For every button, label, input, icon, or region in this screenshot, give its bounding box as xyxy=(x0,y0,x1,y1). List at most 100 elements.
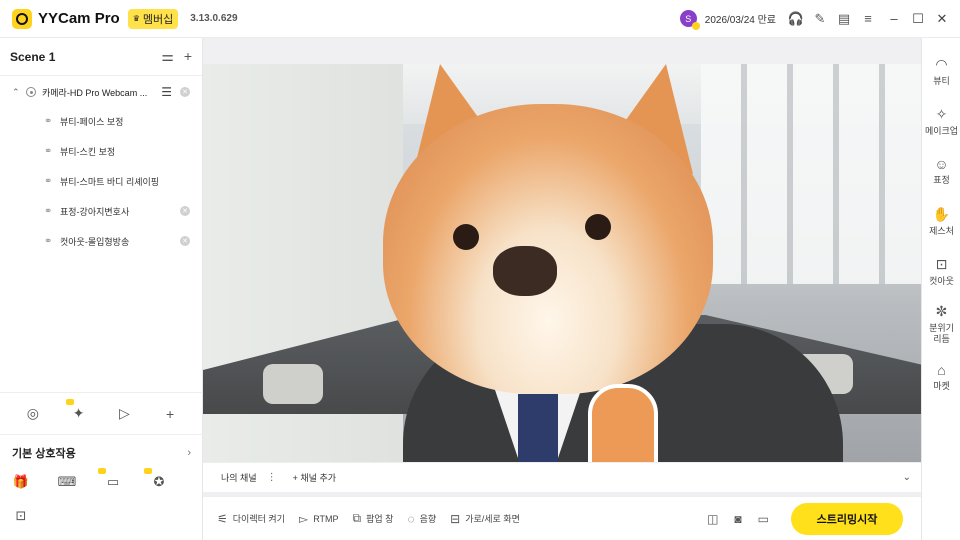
app-logo xyxy=(12,8,32,29)
sidebar-item-cutout[interactable]: ⊡ 컷아웃 xyxy=(922,246,960,296)
orientation-button[interactable]: ⊟ 가로/세로 화면 xyxy=(450,512,520,526)
sidebar-item-beauty[interactable]: ◠ 뷰티 xyxy=(922,46,960,96)
shiba-avatar-head xyxy=(383,104,713,394)
my-channel-tab[interactable]: 나의 채널 xyxy=(221,471,257,484)
gift-icon[interactable]: 🎁 xyxy=(10,471,32,493)
rtmp-button[interactable]: ▻ RTMP xyxy=(299,512,339,526)
add-channel-label: 채널 추가 xyxy=(300,473,337,483)
title-bar: YYCam Pro ♛ 멤버십 3.13.0.629 S 2026/03/24 … xyxy=(0,0,960,38)
add-source-icon[interactable]: + xyxy=(159,403,181,425)
window-blinds xyxy=(701,64,921,284)
premium-icon xyxy=(144,468,152,474)
camera-source-item[interactable]: ⌃ 카메라-HD Pro Webcam ... ☰ ✕ xyxy=(0,78,202,106)
chevron-up-icon[interactable]: ⌃ xyxy=(12,87,24,98)
sidebar-item-makeup[interactable]: ✧ 메이크업 xyxy=(922,96,960,146)
channel-bar: 나의 채널 ⋮ + 채널 추가 ⌄ xyxy=(203,462,921,492)
sidebar-item-atmosphere[interactable]: ✼ 분위기 리듬 xyxy=(922,296,960,352)
sidebar-label: 마켓 xyxy=(933,381,950,391)
feedback-icon[interactable]: ✎ xyxy=(808,7,832,31)
sidebar-label: 메이크업 xyxy=(924,125,959,136)
crown-badge-icon xyxy=(691,22,700,30)
orientation-icon: ⊟ xyxy=(450,511,461,526)
camera-preview[interactable] xyxy=(203,64,921,462)
keyboard-icon[interactable]: ⌨ xyxy=(56,471,78,493)
membership-label: 멤버십 xyxy=(142,13,174,26)
remove-source-icon[interactable]: ✕ xyxy=(180,87,190,97)
effect-label: 뷰티-스킨 보정 xyxy=(60,146,116,157)
link-icon: ⚭ xyxy=(44,175,53,187)
orientation-label: 가로/세로 화면 xyxy=(465,514,520,524)
app-name: YYCam Pro xyxy=(38,10,120,27)
remove-effect-icon[interactable]: ✕ xyxy=(180,206,190,216)
effect-label: 뷰티-페이스 보정 xyxy=(60,116,124,127)
source-toolbar: ◎ ✦ ▷ + xyxy=(0,392,203,434)
rtmp-icon: ▻ xyxy=(298,511,309,526)
bag-icon[interactable]: ⊡ xyxy=(10,505,32,527)
bottom-toolbar: ⚟ 다이렉터 켜기 ▻ RTMP ⧉ 팝업 창 ◌ 음향 ⊟ 가로/세로 화면 … xyxy=(203,496,921,540)
avatar-letter: S xyxy=(685,13,692,24)
expression-icon: ☺ xyxy=(934,156,949,172)
premium-icon xyxy=(98,468,106,474)
popup-label: 팝업 창 xyxy=(366,514,394,524)
avatar-nose xyxy=(493,246,557,296)
crown-icon: ♛ xyxy=(132,14,140,23)
source-menu-icon[interactable]: ☰ xyxy=(161,85,172,99)
link-icon: ⚭ xyxy=(44,235,53,247)
add-channel-button[interactable]: + 채널 추가 xyxy=(293,471,336,484)
screenshot-icon[interactable]: ◙ xyxy=(734,512,741,526)
remove-effect-icon[interactable]: ✕ xyxy=(180,236,190,246)
menu-icon[interactable]: ≡ xyxy=(856,7,880,31)
sidebar-item-gesture[interactable]: ✋ 제스처 xyxy=(922,196,960,246)
start-streaming-button[interactable]: 스트리밍시작 xyxy=(791,502,903,535)
close-button[interactable]: ✕ xyxy=(930,7,954,31)
more-options-icon[interactable]: ⋮ xyxy=(267,472,277,483)
popup-window-button[interactable]: ⧉ 팝업 창 xyxy=(353,511,394,526)
atmosphere-icon: ✼ xyxy=(935,303,948,319)
chevron-down-icon[interactable]: ⌄ xyxy=(903,472,911,483)
maximize-button[interactable]: ☐ xyxy=(906,7,930,31)
audio-label: 음향 xyxy=(419,514,437,524)
scene-header: Scene 1 ⚌ + xyxy=(0,38,202,76)
source-effect-item[interactable]: ⚭ 컷아웃-몰입형방송 ✕ xyxy=(0,226,202,256)
avatar[interactable]: S xyxy=(679,10,700,30)
star-badge-icon[interactable]: ✪ xyxy=(144,468,170,493)
source-effect-item[interactable]: ⚭ 뷰티-스킨 보정 xyxy=(0,136,202,166)
audio-button[interactable]: ◌ 음향 xyxy=(407,512,436,526)
cutout-icon: ⊡ xyxy=(935,255,948,272)
sidebar-label: 표정 xyxy=(933,175,950,185)
link-icon: ⚭ xyxy=(44,205,53,217)
director-button[interactable]: ⚟ 다이렉터 켜기 xyxy=(217,512,285,526)
settings-sliders-icon[interactable]: ⚌ xyxy=(161,48,174,65)
camera-source-icon[interactable]: ◎ xyxy=(22,403,44,425)
sidebar-label: 제스처 xyxy=(929,225,954,236)
makeup-icon: ✧ xyxy=(935,105,948,122)
layout-icon[interactable]: ◫ xyxy=(707,512,718,526)
effect-label: 컷아웃-몰입형방송 xyxy=(60,236,130,247)
camera-source-label: 카메라-HD Pro Webcam ... xyxy=(42,87,148,98)
devices-icon[interactable]: ▭ xyxy=(98,468,124,493)
app-window: YYCam Pro ♛ 멤버십 3.13.0.629 S 2026/03/24 … xyxy=(0,0,960,540)
rtmp-label: RTMP xyxy=(313,513,339,524)
chair xyxy=(263,364,323,404)
sidebar-item-market[interactable]: ⌂ 마켓 xyxy=(922,352,960,402)
main-area: 나의 채널 ⋮ + 채널 추가 ⌄ ⚟ 다이렉터 켜기 ▻ RTMP ⧉ 팝업 … xyxy=(203,38,921,540)
sidebar-label: 뷰티 xyxy=(933,75,950,86)
record-icon[interactable]: ▭ xyxy=(758,512,769,526)
add-scene-icon[interactable]: + xyxy=(184,48,192,65)
source-effect-item[interactable]: ⚭ 뷰티-스마트 바디 리셰이핑 xyxy=(0,166,202,196)
sidebar-label: 컷아웃 xyxy=(929,275,954,286)
puzzle-icon[interactable]: ✦ xyxy=(65,398,90,425)
source-effect-item[interactable]: ⚭ 뷰티-페이스 보정 xyxy=(0,106,202,136)
minimize-button[interactable]: – xyxy=(882,7,906,31)
source-effect-item[interactable]: ⚭ 표정-강아지변호사 ✕ xyxy=(0,196,202,226)
interaction-header[interactable]: 기본 상호작용 › xyxy=(0,435,203,471)
notes-icon[interactable]: ▤ xyxy=(832,7,856,31)
headset-icon[interactable]: 🎧 xyxy=(784,7,808,31)
avatar-left-eye xyxy=(453,224,479,250)
avatar-right-eye xyxy=(585,214,611,240)
media-play-icon[interactable]: ▷ xyxy=(113,403,135,425)
membership-badge[interactable]: ♛ 멤버십 xyxy=(127,8,179,29)
beauty-icon: ◠ xyxy=(935,55,948,72)
sidebar-item-expression[interactable]: ☺ 표정 xyxy=(922,146,960,196)
chevron-right-icon[interactable]: › xyxy=(187,447,191,459)
